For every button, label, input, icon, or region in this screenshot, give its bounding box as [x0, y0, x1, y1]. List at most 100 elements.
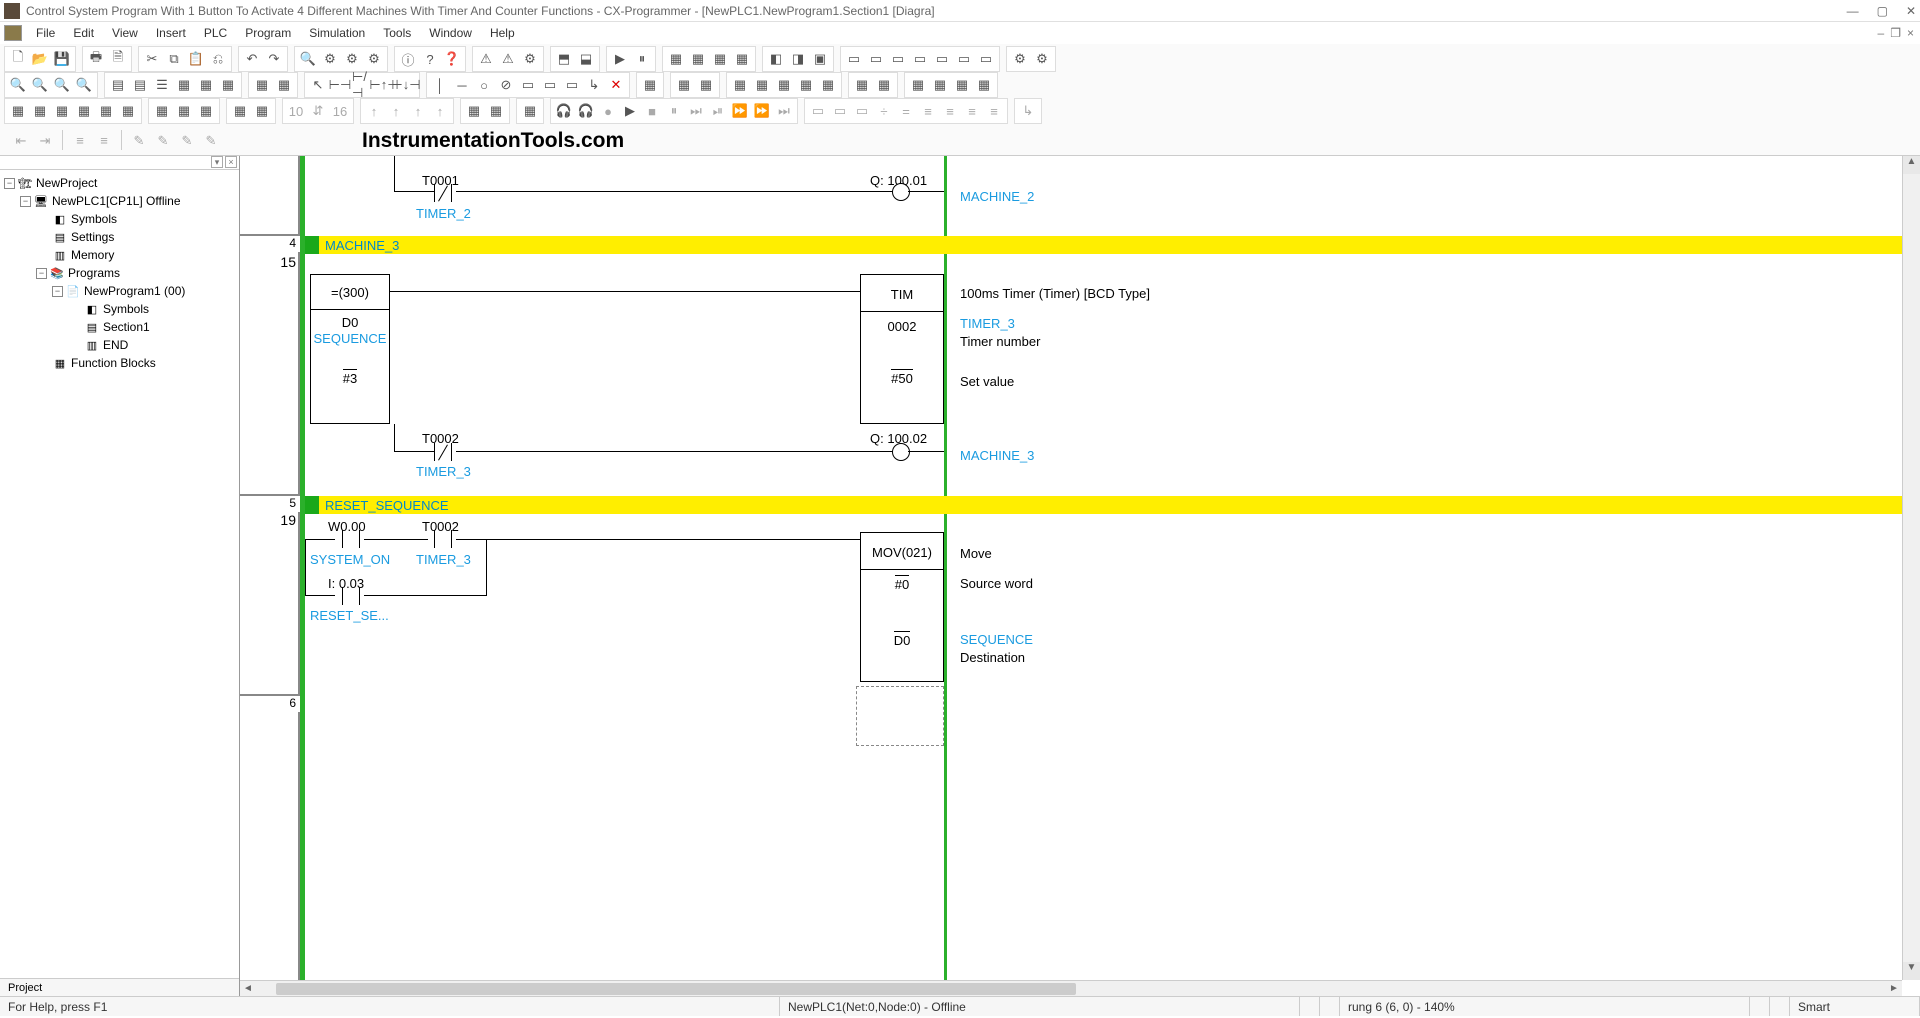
tree-collapse-icon[interactable]: − [52, 286, 63, 297]
menu-insert[interactable]: Insert [148, 24, 194, 42]
toolbar-icon[interactable]: ▦ [907, 74, 929, 96]
toolbar-icon[interactable]: ⬒ [553, 48, 575, 70]
toolbar-icon[interactable]: ⏩ [729, 100, 751, 122]
toolbar-icon[interactable]: 🎧 [575, 100, 597, 122]
undo-icon[interactable]: ↶ [241, 48, 263, 70]
toolbar-icon[interactable]: ⚠ [497, 48, 519, 70]
project-tree[interactable]: −🏗NewProject −🖥NewPLC1[CP1L] Offline ◧Sy… [0, 170, 239, 978]
toolbar-icon[interactable]: ☰ [151, 74, 173, 96]
tree-settings[interactable]: Settings [71, 230, 114, 244]
toolbar-icon[interactable]: ▦ [95, 100, 117, 122]
toolbar-icon[interactable]: ▦ [195, 100, 217, 122]
redo-icon[interactable]: ↷ [263, 48, 285, 70]
menu-file[interactable]: File [28, 24, 63, 42]
toolbar-icon[interactable]: ▦ [709, 48, 731, 70]
output-coil[interactable] [892, 443, 910, 461]
toolbar-icon[interactable]: ✎ [152, 130, 174, 152]
section-header[interactable]: RESET_SEQUENCE [305, 496, 1902, 514]
toolbar-icon[interactable]: ▦ [665, 48, 687, 70]
toolbar-icon[interactable]: ✎ [200, 130, 222, 152]
toolbar-icon[interactable]: 16 [329, 100, 351, 122]
toolbar-icon[interactable]: ▦ [51, 100, 73, 122]
toolbar-icon[interactable]: ≡ [939, 100, 961, 122]
mov-instruction[interactable]: MOV(021) #0 D0 [860, 532, 944, 682]
outdent-icon[interactable]: ⇤ [10, 130, 32, 152]
toolbar-icon[interactable]: ▦ [795, 74, 817, 96]
tree-programs[interactable]: Programs [68, 266, 120, 280]
toolbar-icon[interactable]: ▦ [973, 74, 995, 96]
menu-plc[interactable]: PLC [196, 24, 235, 42]
toolbar-icon[interactable]: ↳ [1017, 100, 1039, 122]
toolbar-icon[interactable]: ▦ [751, 74, 773, 96]
toolbar-icon[interactable]: ⚙ [363, 48, 385, 70]
no-contact[interactable] [336, 530, 366, 548]
toolbar-icon[interactable]: ✎ [176, 130, 198, 152]
tree-project[interactable]: NewProject [36, 176, 97, 190]
toolbar-icon[interactable]: ⏩ [751, 100, 773, 122]
toolbar-icon[interactable]: ▭ [829, 100, 851, 122]
print-icon[interactable]: 🖶 [85, 48, 107, 70]
toolbar-icon[interactable]: ▦ [695, 74, 717, 96]
scroll-right-icon[interactable]: ► [1886, 983, 1902, 994]
toolbar-icon[interactable]: ▦ [29, 100, 51, 122]
new-icon[interactable]: 🗋 [7, 48, 29, 70]
toolbar-icon[interactable]: ≡ [93, 130, 115, 152]
horizontal-scrollbar[interactable]: ◄ ► [240, 980, 1902, 996]
coil-icon[interactable]: ○ [473, 74, 495, 96]
toolbar-icon[interactable]: ▦ [951, 74, 973, 96]
mdi-restore-button[interactable]: ❐ [1890, 26, 1901, 40]
toolbar-icon[interactable]: 🎧 [553, 100, 575, 122]
pause2-icon[interactable]: ⏸ [663, 100, 685, 122]
toolbar-icon[interactable]: ▦ [229, 100, 251, 122]
toolbar-icon[interactable]: ▦ [173, 74, 195, 96]
menu-tools[interactable]: Tools [375, 24, 419, 42]
no-contact[interactable] [336, 587, 366, 605]
toolbar-icon[interactable]: ≡ [961, 100, 983, 122]
toolbar-icon[interactable]: ⚙ [519, 48, 541, 70]
toolbar-icon[interactable]: ▤ [107, 74, 129, 96]
toolbar-icon[interactable]: ▦ [639, 74, 661, 96]
minimize-button[interactable]: — [1847, 4, 1859, 18]
indent-icon[interactable]: ⇥ [34, 130, 56, 152]
toolbar-icon[interactable]: ▦ [117, 100, 139, 122]
toolbar-icon[interactable]: ▦ [929, 74, 951, 96]
toolbar-icon[interactable]: 10 [285, 100, 307, 122]
menu-help[interactable]: Help [482, 24, 523, 42]
ladder-editor[interactable]: 4 15 5 19 6 T0001 TIMER_2 Q: 100.01 [240, 156, 1920, 996]
mdi-close-button[interactable]: × [1907, 26, 1914, 40]
toolbar-icon[interactable]: ▭ [807, 100, 829, 122]
panel-close-icon[interactable]: × [225, 156, 237, 168]
toolbar-icon[interactable]: ≡ [983, 100, 1005, 122]
toolbar-icon[interactable]: ↳ [583, 74, 605, 96]
stop-icon[interactable]: ■ [641, 100, 663, 122]
toolbar-icon[interactable]: ▦ [687, 48, 709, 70]
tree-collapse-icon[interactable]: − [20, 196, 31, 207]
no-contact[interactable] [428, 530, 458, 548]
output-coil[interactable] [892, 183, 910, 201]
toolbar-icon[interactable]: ▦ [485, 100, 507, 122]
toolbar-icon[interactable]: ▦ [817, 74, 839, 96]
help-icon[interactable]: ⓘ [397, 48, 419, 70]
toolbar-icon[interactable]: ▦ [7, 100, 29, 122]
toolbar-icon[interactable]: ⏭ [773, 100, 795, 122]
toolbar-icon[interactable]: ▭ [887, 48, 909, 70]
toolbar-icon[interactable]: ▦ [251, 100, 273, 122]
toolbar-icon[interactable]: ⬓ [575, 48, 597, 70]
zoom-icon[interactable]: 🔍 [7, 74, 29, 96]
toolbar-icon[interactable]: ▦ [173, 100, 195, 122]
toolbar-icon[interactable]: ▤ [129, 74, 151, 96]
menu-window[interactable]: Window [421, 24, 480, 42]
tree-program1[interactable]: NewProgram1 (00) [84, 284, 185, 298]
toolbar-icon[interactable]: ▦ [851, 74, 873, 96]
scroll-up-icon[interactable]: ▲ [1903, 156, 1920, 174]
toolbar-icon[interactable]: ▦ [73, 100, 95, 122]
toolbar-icon[interactable]: ▦ [195, 74, 217, 96]
toolbar-icon[interactable]: ⊢↓⊣ [395, 74, 417, 96]
toolbar-icon[interactable]: ⇵ [307, 100, 329, 122]
vline-icon[interactable]: │ [429, 74, 451, 96]
selection-cursor[interactable] [856, 686, 944, 746]
copy-icon[interactable]: ⧉ [163, 48, 185, 70]
toolbar-icon[interactable]: ↑ [407, 100, 429, 122]
tree-end[interactable]: END [103, 338, 128, 352]
nc-contact[interactable] [428, 184, 458, 202]
